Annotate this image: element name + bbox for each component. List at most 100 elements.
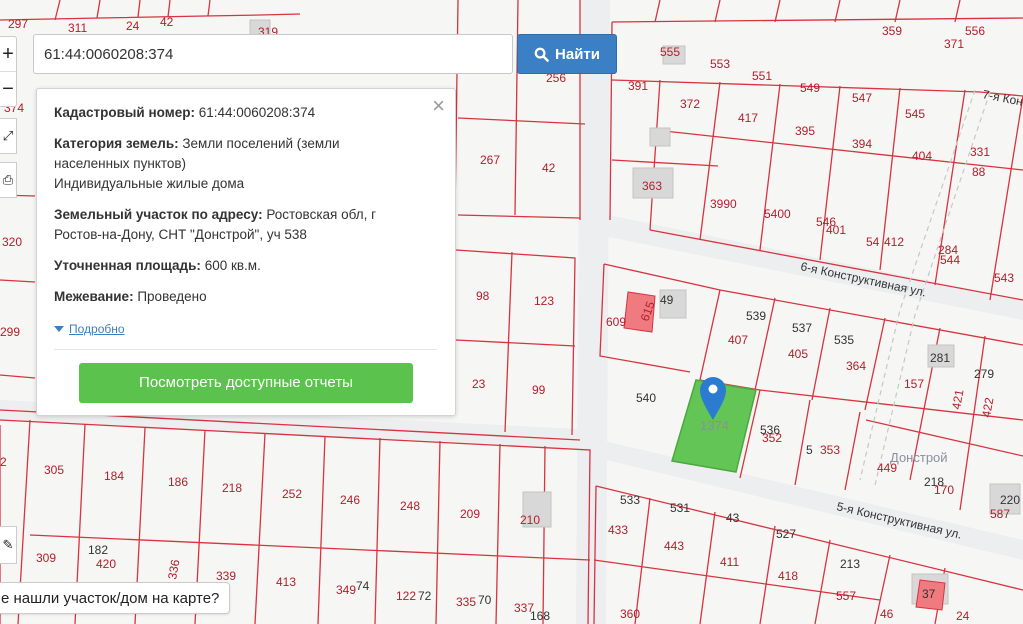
plot-label: 547	[852, 91, 872, 105]
plot-label: 220	[1000, 493, 1020, 507]
plot-label: 449	[877, 461, 897, 475]
plot-label: 279	[974, 367, 994, 381]
plot-label: 553	[710, 57, 730, 71]
cadastral-number-value: 61:44:0060208:374	[198, 105, 316, 120]
plot-label: 213	[840, 557, 860, 571]
plot-label: 209	[460, 507, 480, 521]
plot-label: 555	[660, 45, 680, 59]
plot-label: 70	[478, 593, 492, 607]
zoom-control: + −	[0, 36, 17, 107]
plot-label: 157	[904, 377, 924, 391]
search-icon	[534, 47, 549, 62]
plot-label: 182	[88, 543, 108, 557]
find-button[interactable]: Найти	[517, 34, 617, 74]
plot-label: 412	[884, 235, 904, 249]
area-label: Уточненная площадь:	[54, 258, 201, 273]
cadastral-number-label: Кадастровый номер:	[54, 105, 195, 120]
plot-label: 359	[882, 24, 902, 38]
plot-label: 246	[340, 493, 360, 507]
plot-label: 252	[282, 487, 302, 501]
plot-label: 413	[276, 575, 296, 589]
plot-label: 549	[800, 81, 820, 95]
view-reports-button[interactable]: Посмотреть доступные отчеты	[79, 363, 413, 403]
plot-label: 537	[792, 321, 812, 335]
plot-label: 391	[628, 79, 648, 93]
plot-label: 609	[606, 315, 626, 329]
plot-label: 407	[728, 333, 748, 347]
plot-label: 349	[336, 583, 356, 597]
details-link-label: Подробно	[69, 322, 125, 336]
plot-label: 395	[795, 124, 815, 138]
plot-label: 535	[834, 333, 854, 347]
plot-label: 401	[826, 223, 846, 237]
not-found-label: е нашли участок/дом на карте?	[1, 589, 220, 607]
land-category-value: Земли поселений (земли	[182, 136, 340, 151]
land-category-value-2: населенных пунктов)	[54, 156, 187, 171]
search-input[interactable]	[33, 34, 513, 74]
plot-label: 122	[396, 589, 416, 603]
selected-plot-label: 1374	[700, 418, 729, 433]
plot-label: 218	[222, 481, 242, 495]
plot-label: 37	[922, 587, 936, 601]
plot-label: 420	[96, 557, 116, 571]
plot-label: 170	[934, 483, 954, 497]
close-icon[interactable]: ×	[432, 95, 445, 117]
plot-label: 88	[972, 165, 986, 179]
measure-button[interactable]: ✎	[0, 526, 17, 564]
plot-label: 309	[36, 551, 56, 565]
plot-label: 54	[866, 235, 880, 249]
plot-label: 540	[636, 391, 656, 405]
not-found-prompt[interactable]: е нашли участок/дом на карте?	[0, 582, 231, 614]
plot-label: 353	[820, 443, 840, 457]
plot-label: 536	[760, 423, 780, 437]
plot-label: 531	[670, 501, 690, 515]
plot-label: 49	[660, 293, 674, 307]
plot-label: 42	[542, 161, 556, 175]
plot-label: 405	[788, 347, 808, 361]
plot-label: 533	[620, 493, 640, 507]
plot-label: 556	[965, 24, 985, 38]
plot-label: 99	[532, 383, 546, 397]
plot-label: 360	[620, 607, 640, 621]
survey-value: Проведено	[137, 289, 207, 304]
print-icon: ⎙	[2, 172, 14, 187]
plot-label: 544	[940, 253, 960, 267]
plot-label: 411	[720, 555, 739, 569]
plot-label: 371	[944, 37, 964, 51]
plot-label: 339	[216, 569, 236, 583]
plot-label: 210	[520, 513, 540, 527]
caret-down-icon	[54, 326, 64, 332]
plot-label: 43	[726, 511, 740, 525]
plot-label: 527	[776, 527, 796, 541]
find-button-label: Найти	[555, 45, 600, 63]
plot-label: 2	[0, 455, 7, 469]
plot-label: 364	[846, 359, 866, 373]
plot-label: 3990	[710, 197, 737, 211]
plot-label: 417	[738, 111, 758, 125]
plot-label: 98	[476, 289, 490, 303]
plot-label: 281	[930, 351, 950, 365]
plot-label: 539	[746, 309, 766, 323]
print-button[interactable]: ⎙	[0, 162, 17, 198]
plot-label: 404	[912, 149, 932, 163]
plot-label: 587	[990, 507, 1010, 521]
plot-label: 335	[456, 595, 476, 609]
zoom-out-button[interactable]: −	[0, 72, 16, 106]
plot-label: 299	[0, 325, 20, 339]
address-value: Ростовская обл, г	[266, 207, 377, 222]
plot-label: 372	[680, 97, 700, 111]
ruler-icon: ✎	[2, 537, 14, 552]
plot-label: 394	[852, 137, 872, 151]
cadastral-number-row: Кадастровый номер: 61:44:0060208:374	[54, 103, 437, 123]
plot-label: 418	[778, 569, 798, 583]
plot-label: 248	[400, 499, 420, 513]
fullscreen-button[interactable]: ⤢	[0, 118, 17, 154]
zoom-in-button[interactable]: +	[0, 37, 16, 72]
plot-label: 433	[608, 523, 628, 537]
plot-label: 42	[160, 15, 174, 29]
plot-label: 5400	[764, 207, 791, 221]
details-link[interactable]: Подробно	[54, 319, 125, 339]
survey-label: Межевание:	[54, 289, 134, 304]
plot-label: 24	[126, 19, 140, 33]
address-row: Земельный участок по адресу: Ростовская …	[54, 205, 437, 245]
